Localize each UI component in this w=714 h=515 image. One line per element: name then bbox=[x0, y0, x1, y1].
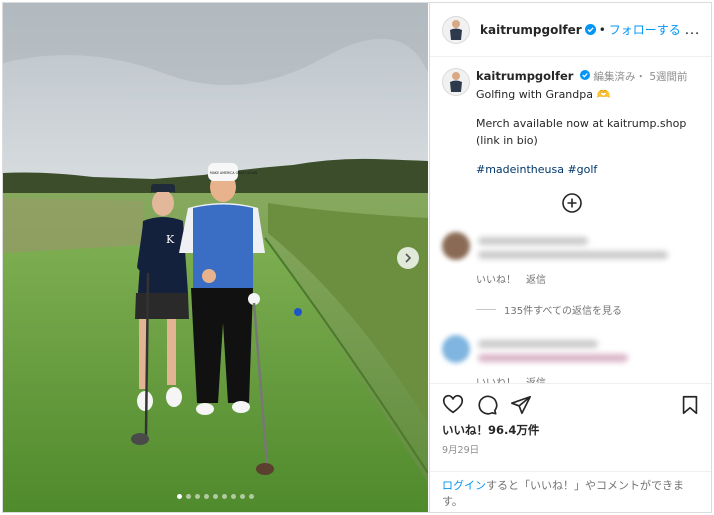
comments-list[interactable]: kaitrumpgolfer 編集済み・ 5週間前 Golfing with G… bbox=[430, 58, 711, 383]
plus-circle-icon bbox=[561, 193, 582, 213]
more-options-button[interactable]: … bbox=[684, 21, 701, 39]
comment-item bbox=[442, 335, 701, 368]
like-button[interactable] bbox=[442, 394, 464, 416]
avatar-golfer-icon bbox=[450, 72, 462, 92]
blurred-avatar bbox=[442, 335, 470, 363]
carousel-dot bbox=[204, 494, 209, 499]
carousel-dot bbox=[195, 494, 200, 499]
carousel-dot bbox=[186, 494, 191, 499]
header-username[interactable]: kaitrumpgolfer bbox=[480, 23, 582, 37]
carousel-dot bbox=[177, 494, 182, 499]
comment-item bbox=[442, 232, 701, 265]
comment-like-button[interactable]: いいね！ bbox=[476, 271, 516, 286]
avatar[interactable] bbox=[442, 15, 470, 44]
follow-separator: • bbox=[598, 22, 606, 37]
chevron-right-icon bbox=[405, 253, 412, 263]
paper-plane-icon bbox=[511, 395, 531, 415]
caption-meta: 編集済み・ 5週間前 bbox=[593, 71, 688, 83]
comment-bubble-icon bbox=[478, 395, 498, 415]
hashtags[interactable]: #madeintheusa #golf bbox=[476, 161, 688, 178]
hat-text: MAKE AMERICA GREAT AGAIN bbox=[210, 171, 258, 175]
blurred-comment-text bbox=[478, 340, 628, 368]
like-count[interactable]: いいね！96.4万件 bbox=[442, 422, 701, 438]
shirt-monogram: K bbox=[166, 233, 175, 246]
comment-reply-button[interactable]: 返信 bbox=[526, 374, 546, 383]
post-actions: いいね！96.4万件 9月29日 ログインすると「いいね！」やコメントができます… bbox=[430, 383, 711, 512]
caption-line-3: (link in bio) bbox=[476, 134, 538, 147]
post-photo[interactable]: K MAKE AMERICA GREAT AGAIN bbox=[3, 3, 428, 512]
caption-line-1: Golfing with Grandpa 🫶 bbox=[476, 88, 611, 101]
load-more bbox=[442, 192, 701, 214]
post-panel: kaitrumpgolfer • フォローする … kaitrumpgolfer bbox=[429, 3, 711, 512]
verified-badge-icon bbox=[584, 24, 596, 35]
view-replies-label[interactable]: 135件すべての返信を見る bbox=[504, 302, 622, 317]
blurred-comment-text bbox=[478, 237, 668, 265]
carousel-dot bbox=[231, 494, 236, 499]
action-icons bbox=[442, 394, 701, 416]
load-more-comments-button[interactable] bbox=[561, 192, 583, 214]
golf-photo-illustration: K MAKE AMERICA GREAT AGAIN bbox=[3, 3, 428, 512]
carousel-next-button[interactable] bbox=[397, 247, 419, 269]
caption-text: Golfing with Grandpa 🫶 Merch available n… bbox=[476, 86, 688, 178]
carousel-dot bbox=[249, 494, 254, 499]
post-date[interactable]: 9月29日 bbox=[442, 442, 701, 456]
caption-line-2: Merch available now at kaitrump.shop bbox=[476, 117, 687, 130]
avatar-golfer-icon bbox=[450, 19, 462, 40]
save-button[interactable] bbox=[679, 394, 701, 416]
login-link[interactable]: ログイン bbox=[442, 479, 486, 492]
view-replies[interactable]: 135件すべての返信を見る bbox=[476, 302, 701, 317]
heart-icon bbox=[442, 394, 464, 414]
verified-badge-icon bbox=[579, 70, 590, 80]
caption-body: kaitrumpgolfer 編集済み・ 5週間前 Golfing with G… bbox=[476, 68, 688, 178]
comment-button[interactable] bbox=[476, 394, 498, 416]
carousel-dot bbox=[222, 494, 227, 499]
comment-like-button[interactable]: いいね！ bbox=[476, 374, 516, 383]
share-button[interactable] bbox=[510, 394, 532, 416]
follow-button[interactable]: フォローする bbox=[609, 21, 681, 38]
caption-username[interactable]: kaitrumpgolfer bbox=[476, 69, 573, 83]
post-header: kaitrumpgolfer • フォローする … bbox=[430, 3, 711, 57]
carousel-dot bbox=[213, 494, 218, 499]
login-prompt: ログインすると「いいね！」やコメントができます。 bbox=[430, 471, 711, 512]
comment-reply-button[interactable]: 返信 bbox=[526, 271, 546, 286]
carousel-dot bbox=[240, 494, 245, 499]
bookmark-icon bbox=[682, 395, 698, 415]
caption-avatar[interactable] bbox=[442, 68, 470, 96]
blurred-avatar bbox=[442, 232, 470, 260]
comment-actions: いいね！ 返信 bbox=[476, 374, 701, 383]
post-frame: K MAKE AMERICA GREAT AGAIN kaitrumpgolfe… bbox=[2, 2, 712, 513]
comment-actions: いいね！ 返信 bbox=[476, 271, 701, 286]
caption: kaitrumpgolfer 編集済み・ 5週間前 Golfing with G… bbox=[442, 68, 701, 178]
carousel-dots bbox=[3, 494, 428, 499]
